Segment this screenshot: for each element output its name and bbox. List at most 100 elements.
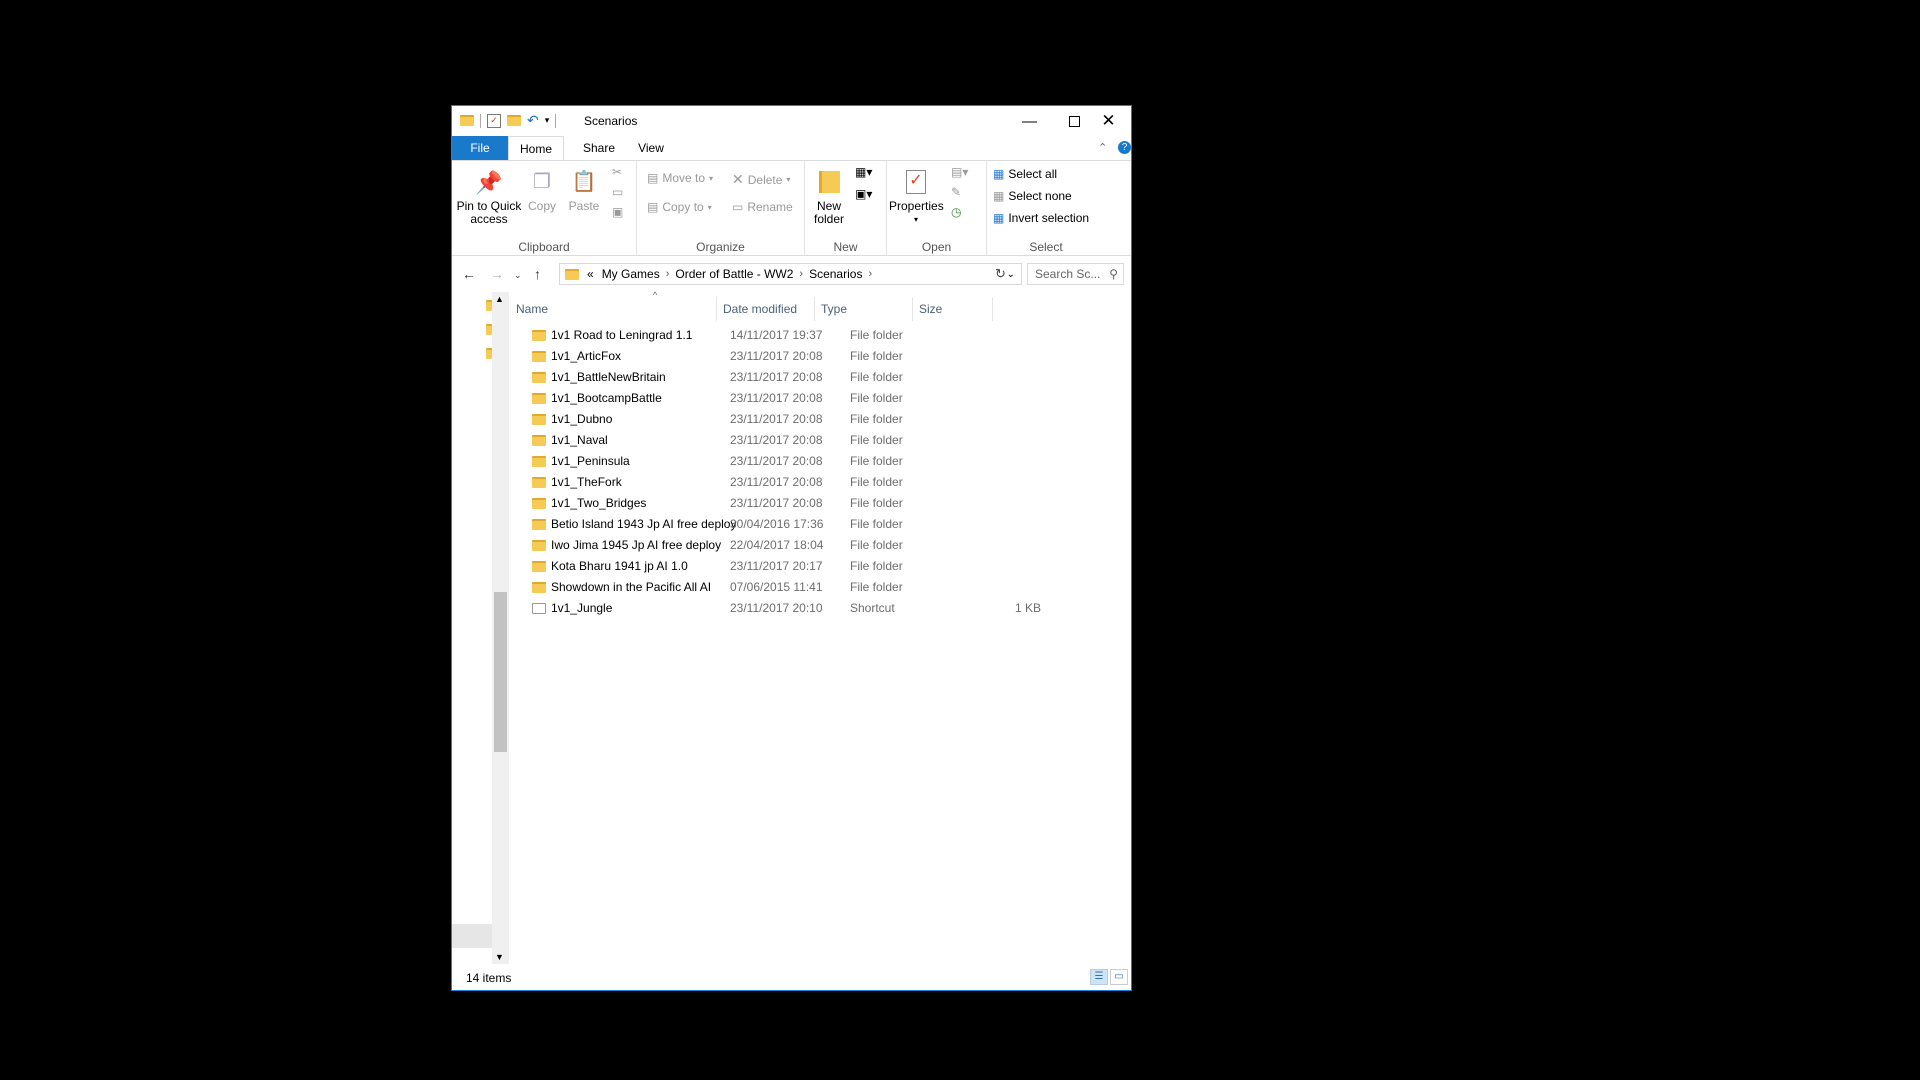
table-row[interactable]: 1v1_Dubno 23/11/2017 20:08 File folder: [510, 409, 1131, 430]
new-folder-qat-icon[interactable]: [507, 115, 521, 126]
nav-pane-scrollbar[interactable]: ▲ ▼: [492, 292, 509, 964]
breadcrumb-overflow[interactable]: «: [587, 267, 594, 281]
properties-qat-icon[interactable]: ✓: [487, 113, 501, 128]
file-type: File folder: [850, 454, 903, 468]
table-row[interactable]: Showdown in the Pacific All AI 07/06/2015…: [510, 577, 1131, 598]
copy-path-icon: ▭: [612, 185, 624, 199]
paste-shortcut-icon: ▣: [612, 205, 624, 219]
delete-label: Delete: [747, 172, 783, 187]
table-row[interactable]: 1v1_TheFork 23/11/2017 20:08 File folder: [510, 472, 1131, 493]
table-row[interactable]: 1v1_ArticFox 23/11/2017 20:08 File folder: [510, 346, 1131, 367]
refresh-icon[interactable]: ↻: [995, 266, 1006, 282]
open-icon: ▤▾: [951, 165, 969, 179]
pin-to-quick-access-button[interactable]: 📌 Pin to Quick access: [456, 163, 522, 226]
table-row[interactable]: 1v1_Naval 23/11/2017 20:08 File folder: [510, 430, 1131, 451]
copy-button[interactable]: ❐ Copy: [524, 163, 560, 213]
file-name: Betio Island 1943 Jp AI free deploy: [551, 517, 737, 531]
table-row[interactable]: 1v1 Road to Leningrad 1.1 14/11/2017 19:3…: [510, 325, 1131, 346]
details-view-button[interactable]: ☰: [1090, 969, 1108, 985]
tab-view[interactable]: View: [626, 136, 676, 160]
search-input[interactable]: Search Sc... ⚲: [1027, 263, 1124, 285]
tab-file[interactable]: File: [452, 136, 508, 160]
back-button[interactable]: ←: [462, 266, 476, 282]
table-row[interactable]: Kota Bharu 1941 jp AI 1.0 23/11/2017 20:1…: [510, 556, 1131, 577]
close-button[interactable]: ✕: [1086, 106, 1131, 136]
file-name: 1v1_Naval: [551, 433, 608, 447]
folder-icon: [532, 498, 546, 509]
breadcrumb-order-of-battle[interactable]: Order of Battle - WW2: [675, 267, 793, 281]
table-row[interactable]: 1v1_BootcampBattle 23/11/2017 20:08 File f…: [510, 388, 1131, 409]
column-header-date[interactable]: Date modified: [717, 297, 815, 321]
recent-locations-button[interactable]: ⌄: [514, 270, 522, 281]
search-placeholder: Search Sc...: [1035, 267, 1101, 281]
rename-icon: ▭: [732, 200, 744, 214]
file-date: 23/11/2017 20:10: [730, 601, 823, 615]
file-name: 1v1_BootcampBattle: [551, 391, 662, 405]
move-to-icon: ▤: [647, 171, 659, 185]
copy-path-button[interactable]: ▭: [612, 185, 623, 199]
table-row[interactable]: Betio Island 1943 Jp AI free deploy 30/04…: [510, 514, 1131, 535]
address-bar[interactable]: « My Games › Order of Battle - WW2 › Sce…: [559, 263, 1022, 285]
select-none-icon: ▦: [993, 189, 1005, 203]
table-row[interactable]: 1v1_Peninsula 23/11/2017 20:08 File folder: [510, 451, 1131, 472]
open-button[interactable]: ▤▾: [951, 165, 968, 179]
move-to-button[interactable]: ▤ Move to ▾: [647, 171, 713, 185]
quick-access-toolbar: ✓ ↶ ▾: [460, 112, 557, 129]
delete-button[interactable]: ✕ Delete ▾: [732, 171, 790, 188]
nav-pane-hscroll[interactable]: [452, 924, 492, 948]
history-button[interactable]: ◷: [951, 205, 961, 219]
column-header-type[interactable]: Type: [815, 297, 913, 321]
column-header-name[interactable]: Name: [510, 297, 717, 321]
edit-button[interactable]: ✎: [951, 185, 961, 199]
column-header-size[interactable]: Size: [913, 297, 993, 321]
cut-button[interactable]: ✂: [612, 165, 622, 179]
folder-icon: [532, 393, 546, 404]
paste-button[interactable]: 📋 Paste: [564, 163, 604, 213]
scroll-thumb[interactable]: [494, 592, 507, 752]
minimize-button[interactable]: —: [1007, 106, 1052, 136]
chevron-right-icon[interactable]: ›: [799, 268, 803, 280]
up-button[interactable]: ↑: [534, 266, 541, 282]
file-size: 1 KB: [1014, 601, 1041, 615]
paste-icon: 📋: [571, 170, 597, 193]
easy-access-button[interactable]: ▣▾: [855, 187, 872, 201]
tab-share[interactable]: Share: [574, 136, 624, 160]
folder-icon: [532, 456, 546, 467]
copy-to-button[interactable]: ▤ Copy to ▾: [647, 200, 712, 214]
help-icon[interactable]: ?: [1118, 141, 1131, 154]
undo-icon[interactable]: ↶: [527, 112, 539, 129]
organize-group-label: Organize: [696, 240, 745, 254]
file-date: 23/11/2017 20:08: [730, 349, 823, 363]
chevron-down-icon[interactable]: ⌄: [1007, 269, 1015, 280]
table-row[interactable]: 1v1_Jungle 23/11/2017 20:10 Shortcut 1 KB: [510, 598, 1131, 619]
table-row[interactable]: Iwo Jima 1945 Jp AI free deploy 22/04/201…: [510, 535, 1131, 556]
paste-shortcut-button[interactable]: ▣: [612, 205, 623, 219]
new-group-label: New: [833, 240, 858, 254]
invert-selection-button[interactable]: ▦ Invert selection: [993, 211, 1089, 225]
tab-home[interactable]: Home: [508, 136, 564, 160]
chevron-right-icon[interactable]: ›: [666, 268, 670, 280]
table-row[interactable]: 1v1_BattleNewBritain 23/11/2017 20:08 File…: [510, 367, 1131, 388]
breadcrumb-scenarios[interactable]: Scenarios: [809, 267, 862, 281]
forward-button[interactable]: →: [490, 266, 504, 282]
file-name: 1v1_Dubno: [551, 412, 613, 426]
new-folder-button[interactable]: New folder: [809, 163, 849, 226]
large-icons-view-button[interactable]: ▭: [1110, 969, 1128, 985]
scroll-down-icon[interactable]: ▼: [495, 952, 504, 962]
breadcrumb-my-games[interactable]: My Games: [602, 267, 660, 281]
open-group: ✓ Properties ▾ ▤▾ ✎ ◷ Open: [887, 161, 987, 256]
collapse-ribbon-icon[interactable]: ⌃: [1098, 141, 1107, 154]
select-all-button[interactable]: ▦ Select all: [993, 167, 1057, 181]
chevron-right-icon[interactable]: ›: [868, 268, 872, 280]
scroll-up-icon[interactable]: ▲: [495, 294, 504, 304]
rename-button[interactable]: ▭ Rename: [732, 200, 793, 214]
new-folder-label: New folder: [813, 199, 845, 226]
select-group: ▦ Select all ▦ Select none ▦ Invert sele…: [987, 161, 1105, 256]
chevron-down-icon[interactable]: ▾: [545, 115, 550, 126]
new-item-button[interactable]: ▦▾: [855, 165, 872, 179]
file-type: File folder: [850, 538, 903, 552]
item-count: 14 items: [466, 971, 512, 985]
properties-button[interactable]: ✓ Properties ▾: [889, 163, 944, 226]
select-none-button[interactable]: ▦ Select none: [993, 189, 1072, 203]
table-row[interactable]: 1v1_Two_Bridges 23/11/2017 20:08 File fold…: [510, 493, 1131, 514]
